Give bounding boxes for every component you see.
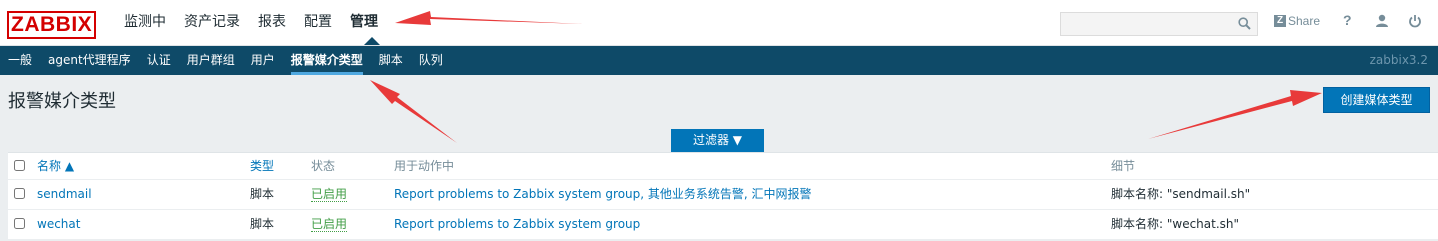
submenu-user-groups[interactable]: 用户群组 — [179, 46, 243, 75]
search-input[interactable] — [1060, 12, 1258, 36]
used-in-actions-links[interactable]: Report problems to Zabbix system group — [394, 210, 640, 239]
zabbix-logo[interactable]: ZABBIX — [7, 11, 97, 39]
row-checkbox[interactable] — [14, 218, 25, 229]
media-type-type: 脚本 — [250, 187, 275, 201]
media-type-name-link[interactable]: wechat — [37, 210, 80, 239]
submenu-users[interactable]: 用户 — [243, 46, 283, 75]
active-menu-caret — [364, 37, 380, 45]
details-text: 脚本名称: "sendmail.sh" — [1111, 187, 1251, 201]
main-menu: 监测中 资产记录 报表 配置 管理 — [115, 0, 387, 45]
status-cell: 已启用 — [311, 180, 348, 209]
select-all-checkbox[interactable] — [14, 160, 25, 171]
table-row: wechat 脚本 已启用 Report problems to Zabbix … — [8, 210, 1438, 240]
top-navigation-bar: ZABBIX 监测中 资产记录 报表 配置 管理 Z Share ? — [0, 0, 1438, 46]
annotation-arrow-media-types — [370, 80, 457, 143]
column-header-used-in-actions: 用于动作中 — [394, 159, 455, 173]
submenu-media-types[interactable]: 报警媒介类型 — [283, 46, 371, 75]
details-text: 脚本名称: "wechat.sh" — [1111, 217, 1240, 231]
menu-reports[interactable]: 报表 — [249, 0, 295, 45]
submenu-scripts[interactable]: 脚本 — [371, 46, 411, 75]
page-title: 报警媒介类型 — [8, 91, 116, 112]
column-header-name[interactable]: 名称 ▲ — [37, 153, 74, 179]
submenu-proxies[interactable]: agent代理程序 — [40, 46, 139, 75]
annotation-arrow-create-button — [1148, 90, 1322, 139]
menu-configuration[interactable]: 配置 — [295, 0, 341, 45]
used-in-actions-links[interactable]: Report problems to Zabbix system group, … — [394, 180, 812, 209]
submenu-authentication[interactable]: 认证 — [139, 46, 179, 75]
help-icon[interactable]: ? — [1343, 12, 1352, 28]
row-checkbox[interactable] — [14, 188, 25, 199]
search-icon[interactable] — [1238, 17, 1251, 30]
status-toggle[interactable]: 已启用 — [311, 187, 348, 202]
sub-navigation-bar: 一般 agent代理程序 认证 用户群组 用户 报警媒介类型 脚本 队列 zab… — [0, 46, 1438, 75]
media-type-type: 脚本 — [250, 217, 275, 231]
menu-monitoring[interactable]: 监测中 — [115, 0, 175, 45]
menu-inventory[interactable]: 资产记录 — [175, 0, 249, 45]
media-types-table: 名称 ▲ 类型 状态 用于动作中 细节 sendmail 脚本 已启用 Repo… — [8, 152, 1438, 240]
column-header-type[interactable]: 类型 — [250, 153, 274, 179]
power-icon[interactable] — [1408, 14, 1422, 28]
share-icon: Z — [1274, 15, 1286, 27]
table-header-row: 名称 ▲ 类型 状态 用于动作中 细节 — [8, 153, 1438, 180]
column-header-status: 状态 — [311, 159, 336, 173]
filter-toggle-button[interactable]: 过滤器 ▼ — [671, 129, 764, 152]
status-toggle[interactable]: 已启用 — [311, 217, 348, 232]
submenu-queue[interactable]: 队列 — [411, 46, 451, 75]
media-type-name-link[interactable]: sendmail — [37, 180, 92, 209]
user-icon[interactable] — [1375, 14, 1389, 28]
submenu-general[interactable]: 一般 — [0, 46, 40, 75]
table-row: sendmail 脚本 已启用 Report problems to Zabbi… — [8, 180, 1438, 210]
version-label: zabbix3.2 — [1369, 53, 1428, 67]
status-cell: 已启用 — [311, 210, 348, 239]
create-media-type-button[interactable]: 创建媒体类型 — [1323, 87, 1430, 113]
column-header-details: 细节 — [1111, 159, 1136, 173]
share-link[interactable]: Z Share — [1274, 14, 1320, 28]
sub-menu: 一般 agent代理程序 认证 用户群组 用户 报警媒介类型 脚本 队列 — [0, 46, 451, 75]
